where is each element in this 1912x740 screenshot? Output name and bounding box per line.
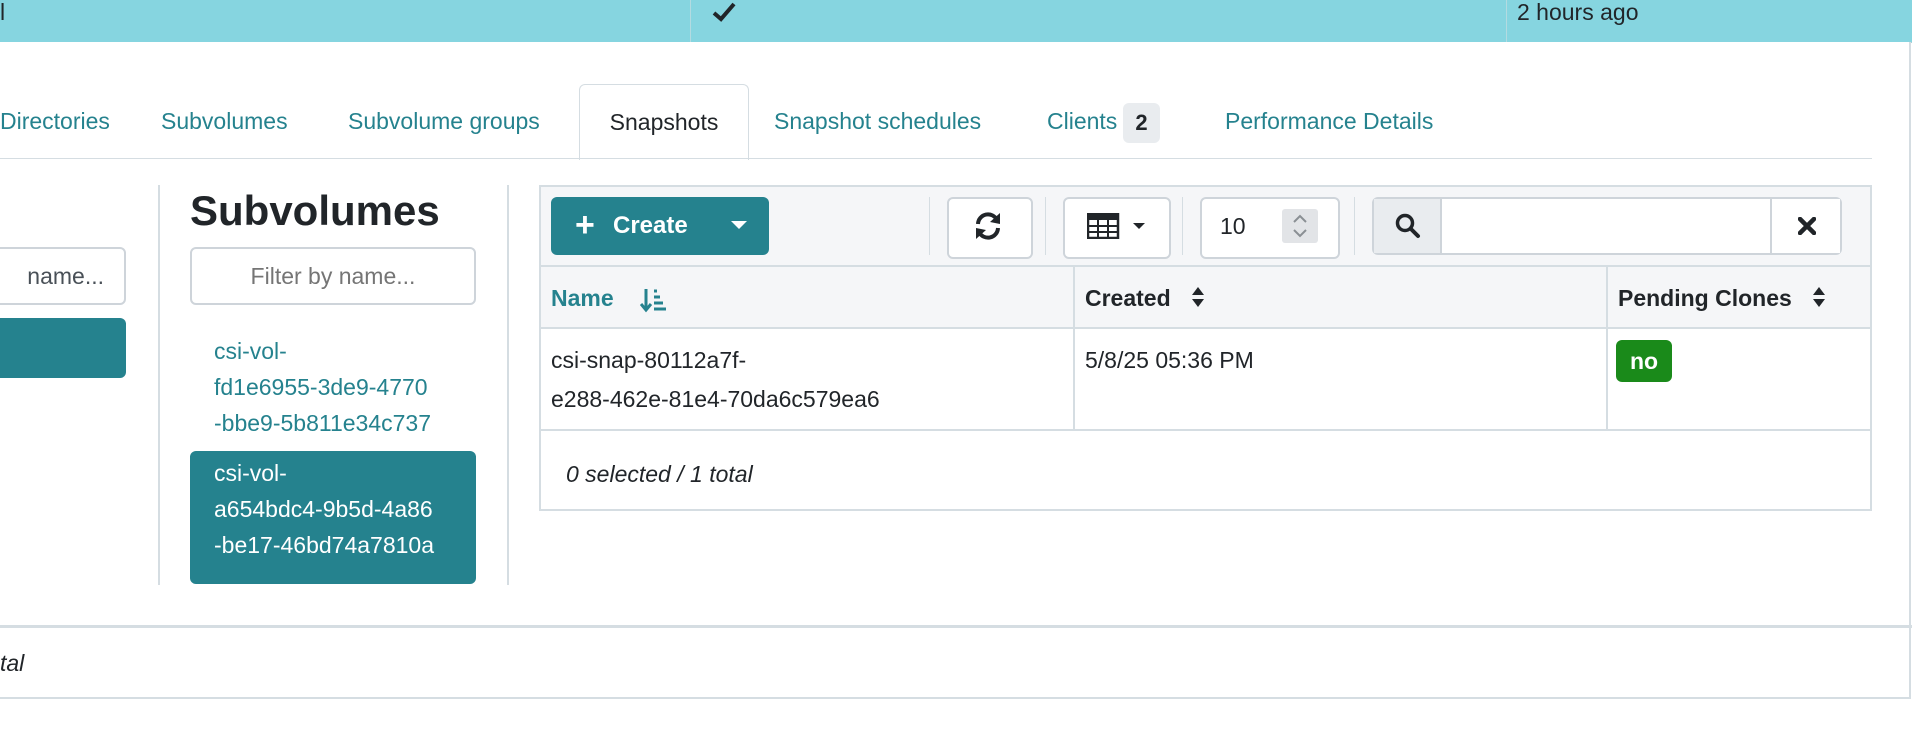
check-icon xyxy=(712,0,736,43)
card-footer-divider xyxy=(0,625,1912,628)
snapshot-created-cell: 5/8/25 05:36 PM xyxy=(1085,347,1254,373)
search-icon xyxy=(1374,199,1442,253)
selection-summary: 0 selected / 1 total xyxy=(566,461,753,487)
tab-clients[interactable]: Clients 2 xyxy=(1047,84,1160,158)
selected-filesystem-row[interactable]: l 2 hours ago xyxy=(0,0,1912,43)
table-icon xyxy=(1087,213,1120,239)
snapshot-name-cell: csi-snap-80112a7f- e288-462e-81e4-70da6c… xyxy=(551,347,880,412)
subvolume-filter-input[interactable] xyxy=(190,247,476,305)
sort-ascending-icon xyxy=(639,288,667,313)
chevron-down-icon xyxy=(1133,223,1145,229)
plus-icon: + xyxy=(575,206,595,244)
tab-subvolumes[interactable]: Subvolumes xyxy=(161,84,288,158)
chevron-down-icon[interactable] xyxy=(731,221,747,229)
column-header-name[interactable]: Name xyxy=(551,267,667,329)
sort-icon xyxy=(1812,269,1826,331)
tab-subvolume-groups[interactable]: Subvolume groups xyxy=(348,84,540,158)
subvolumes-heading: Subvolumes xyxy=(190,187,440,234)
pending-clones-badge: no xyxy=(1616,340,1673,382)
refresh-icon xyxy=(976,212,1000,240)
sort-icon xyxy=(1191,269,1205,331)
refresh-button[interactable] xyxy=(947,197,1033,259)
tab-snapshot-schedules[interactable]: Snapshot schedules xyxy=(774,84,981,158)
panel-divider xyxy=(158,185,160,585)
subvolume-item[interactable]: csi-vol- fd1e6955-3de9-4770 -bbe9-5b811e… xyxy=(190,329,476,445)
tabs-divider xyxy=(0,158,1872,159)
panel-divider xyxy=(507,185,509,585)
close-icon xyxy=(1798,217,1816,235)
tab-performance-details[interactable]: Performance Details xyxy=(1225,84,1433,158)
column-toggle-button[interactable] xyxy=(1063,197,1171,259)
tab-snapshots[interactable]: Snapshots xyxy=(579,84,749,160)
clients-count-badge: 2 xyxy=(1123,102,1160,143)
selected-directory-item[interactable] xyxy=(0,318,126,378)
column-header-created[interactable]: Created xyxy=(1085,267,1205,329)
subvolume-item-selected[interactable]: csi-vol- a654bdc4-9b5d-4a86 -be17-46bd74… xyxy=(190,451,476,584)
filesystem-name-fragment: l xyxy=(0,0,6,25)
create-snapshot-button[interactable]: + Create xyxy=(551,197,769,255)
column-header-pending-clones[interactable]: Pending Clones xyxy=(1618,267,1826,329)
row-divider xyxy=(541,429,1870,431)
page-size-stepper[interactable]: 10 xyxy=(1200,197,1340,259)
tab-directories[interactable]: Directories xyxy=(0,84,110,158)
directory-filter-input[interactable]: name... xyxy=(0,247,126,305)
clear-search-button[interactable] xyxy=(1770,199,1840,253)
last-modified-cell: 2 hours ago xyxy=(1517,0,1639,25)
stepper-arrows-icon[interactable] xyxy=(1282,209,1318,243)
outer-table-summary-fragment: tal xyxy=(0,650,25,676)
search-input[interactable] xyxy=(1444,199,1770,253)
